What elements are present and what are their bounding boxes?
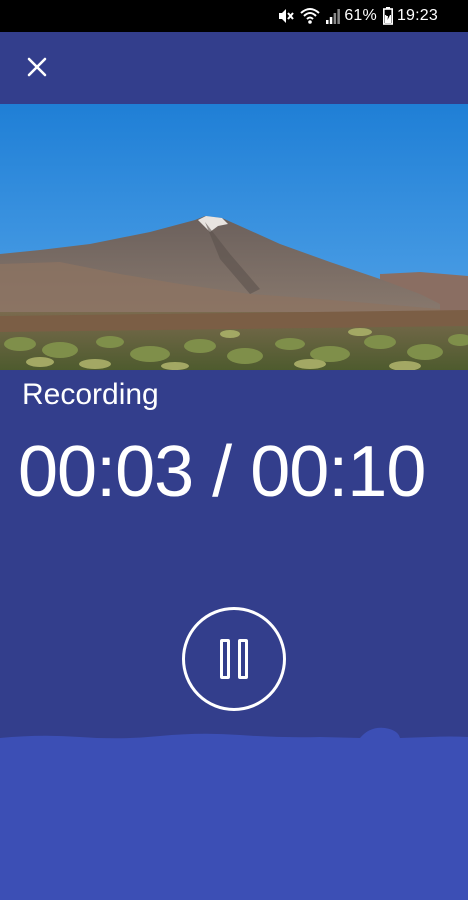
pause-button[interactable] <box>182 607 286 711</box>
clock-time: 19:23 <box>396 7 438 24</box>
battery-percent: 61% <box>344 7 377 24</box>
wifi-icon <box>300 6 320 26</box>
recording-status-label: Recording <box>22 378 159 411</box>
mute-icon <box>276 6 295 26</box>
status-bar: 61% 19:23 <box>0 0 468 32</box>
signal-icon <box>326 6 341 26</box>
recording-timer: 00:03 / 00:10 <box>18 432 426 512</box>
close-button[interactable] <box>16 46 58 88</box>
battery-icon <box>382 6 393 26</box>
audio-waveform <box>0 722 468 900</box>
app-bar <box>0 32 468 104</box>
recording-screen: 61% 19:23 Recording 00:03 / 00:10 <box>0 0 468 900</box>
mountain-landscape-photo <box>0 104 468 370</box>
pause-icon <box>216 639 252 679</box>
close-icon <box>27 57 47 77</box>
